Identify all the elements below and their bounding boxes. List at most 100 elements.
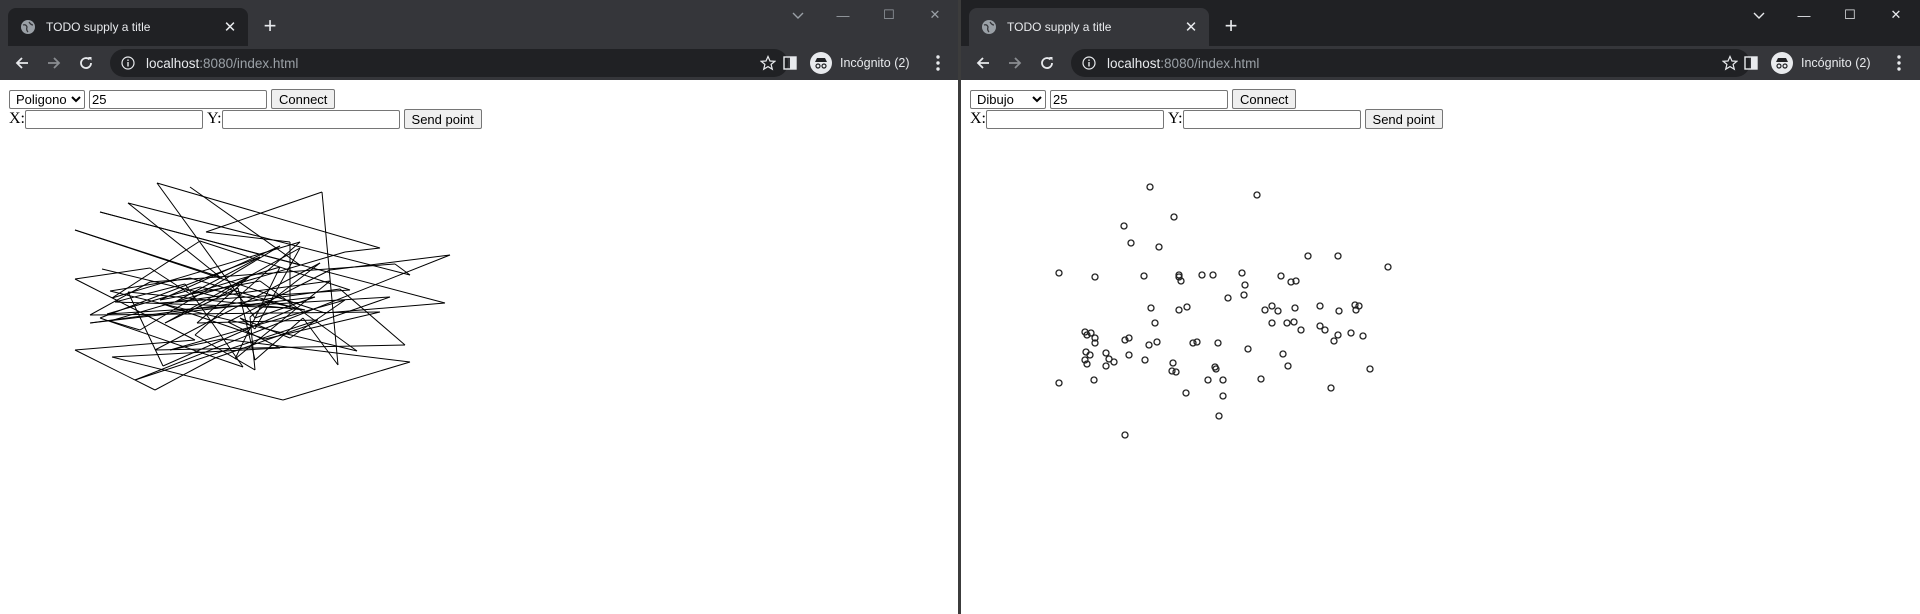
send-point-button[interactable]: Send point: [403, 109, 482, 129]
drawn-point: [1183, 303, 1191, 311]
x-label: X:: [970, 110, 986, 127]
maximize-icon[interactable]: ☐: [1827, 0, 1873, 30]
reload-icon[interactable]: [1033, 49, 1061, 77]
drawn-point: [1268, 319, 1276, 327]
tab-search-icon[interactable]: [1749, 6, 1769, 26]
connect-button[interactable]: Connect: [1232, 89, 1297, 109]
drawn-point: [1125, 351, 1133, 359]
browser-tab[interactable]: TODO supply a title ✕: [8, 8, 248, 46]
drawn-point: [1153, 338, 1161, 346]
value-input[interactable]: [1050, 89, 1228, 109]
bookmark-star-icon[interactable]: [1720, 53, 1740, 73]
polygon-segment: [109, 277, 191, 292]
tab-title: TODO supply a title: [1007, 20, 1112, 34]
globe-icon: [981, 19, 997, 35]
polygon-segment: [89, 296, 316, 324]
window-controls: — ☐ ✕: [820, 0, 958, 30]
drawn-point: [1316, 302, 1324, 310]
drawn-point: [1261, 306, 1269, 314]
polygon-segment: [109, 320, 141, 331]
url-host: localhost: [146, 55, 200, 71]
drawn-point: [1290, 318, 1298, 326]
drawn-point: [1146, 183, 1154, 191]
polygon-segment: [324, 302, 446, 314]
drawn-point: [1189, 339, 1197, 347]
tab-strip: TODO supply a title ✕ + — ☐ ✕: [0, 0, 958, 46]
drawn-point: [1291, 304, 1299, 312]
forward-icon[interactable]: [1001, 49, 1029, 77]
side-panel-icon[interactable]: [1741, 53, 1761, 73]
polygon-segment: [99, 211, 446, 304]
close-window-icon[interactable]: ✕: [912, 0, 958, 30]
drawn-point: [1384, 263, 1392, 271]
bookmark-star-icon[interactable]: [758, 53, 778, 73]
drawn-point: [1172, 368, 1180, 376]
drawn-point: [1284, 362, 1292, 370]
incognito-label: Incógnito (2): [840, 56, 910, 70]
controls-row: PoligonoDibujo Connect: [970, 89, 1297, 109]
drawn-point: [1170, 213, 1178, 221]
browser-toolbar: localhost:8080/index.html Incógnito (2): [961, 46, 1920, 80]
polygon-segment: [282, 361, 411, 401]
tab-title: TODO supply a title: [46, 20, 151, 34]
more-menu-icon[interactable]: [1889, 53, 1909, 73]
tab-strip: TODO supply a title ✕ + — ☐ ✕: [961, 0, 1920, 46]
address-bar[interactable]: localhost:8080/index.html: [1071, 49, 1750, 77]
globe-icon: [20, 19, 36, 35]
back-icon[interactable]: [8, 49, 36, 77]
side-panel-icon[interactable]: [780, 53, 800, 73]
drawn-point: [1219, 392, 1227, 400]
new-tab-icon[interactable]: +: [1219, 13, 1243, 38]
mode-select[interactable]: PoligonoDibujo: [9, 89, 85, 109]
connect-button[interactable]: Connect: [271, 89, 336, 109]
back-icon[interactable]: [969, 49, 997, 77]
forward-icon[interactable]: [40, 49, 68, 77]
url-text: localhost:8080/index.html: [146, 56, 758, 71]
polygon-segment: [344, 247, 381, 253]
close-icon[interactable]: ✕: [220, 17, 240, 37]
browser-tab[interactable]: TODO supply a title ✕: [969, 8, 1209, 46]
new-tab-icon[interactable]: +: [258, 13, 282, 38]
send-point-button[interactable]: Send point: [1364, 109, 1443, 129]
drawn-point: [1268, 302, 1276, 310]
drawn-point: [1090, 376, 1098, 384]
page-content: PoligonoDibujo Connect X: Y: Send point: [0, 80, 958, 614]
incognito-badge[interactable]: Incógnito (2): [1767, 49, 1878, 77]
drawn-point: [1110, 358, 1118, 366]
incognito-badge[interactable]: Incógnito (2): [806, 49, 917, 77]
drawing-canvas[interactable]: [961, 80, 1920, 614]
address-bar[interactable]: localhost:8080/index.html: [110, 49, 788, 77]
drawn-point: [1147, 304, 1155, 312]
drawn-point: [1198, 271, 1206, 279]
mode-select[interactable]: PoligonoDibujo: [970, 89, 1046, 109]
drawn-point: [1055, 269, 1063, 277]
drawn-point: [1055, 379, 1063, 387]
x-input[interactable]: [25, 109, 203, 129]
more-menu-icon[interactable]: [928, 53, 948, 73]
polygon-segment: [321, 191, 339, 366]
minimize-icon[interactable]: —: [820, 0, 866, 30]
drawn-point: [1297, 326, 1305, 334]
close-icon[interactable]: ✕: [1181, 17, 1201, 37]
info-icon[interactable]: [120, 55, 136, 71]
maximize-icon[interactable]: ☐: [866, 0, 912, 30]
close-window-icon[interactable]: ✕: [1873, 0, 1919, 30]
y-input[interactable]: [1182, 109, 1361, 129]
x-input[interactable]: [986, 109, 1164, 129]
reload-icon[interactable]: [72, 49, 100, 77]
point-row: X: Y: Send point: [9, 109, 482, 129]
value-input[interactable]: [89, 89, 267, 109]
drawn-point: [1091, 273, 1099, 281]
drawn-point: [1224, 294, 1232, 302]
drawn-point: [1214, 339, 1222, 347]
info-icon[interactable]: [1081, 55, 1097, 71]
x-label: X:: [9, 110, 25, 127]
polygon-segment: [339, 288, 406, 346]
minimize-icon[interactable]: —: [1781, 0, 1827, 30]
drawn-point: [1121, 431, 1129, 439]
drawing-canvas[interactable]: [0, 80, 958, 614]
y-input[interactable]: [221, 109, 400, 129]
tab-search-icon[interactable]: [788, 6, 808, 26]
drawn-point: [1283, 319, 1291, 327]
url-host: localhost: [1107, 55, 1161, 71]
